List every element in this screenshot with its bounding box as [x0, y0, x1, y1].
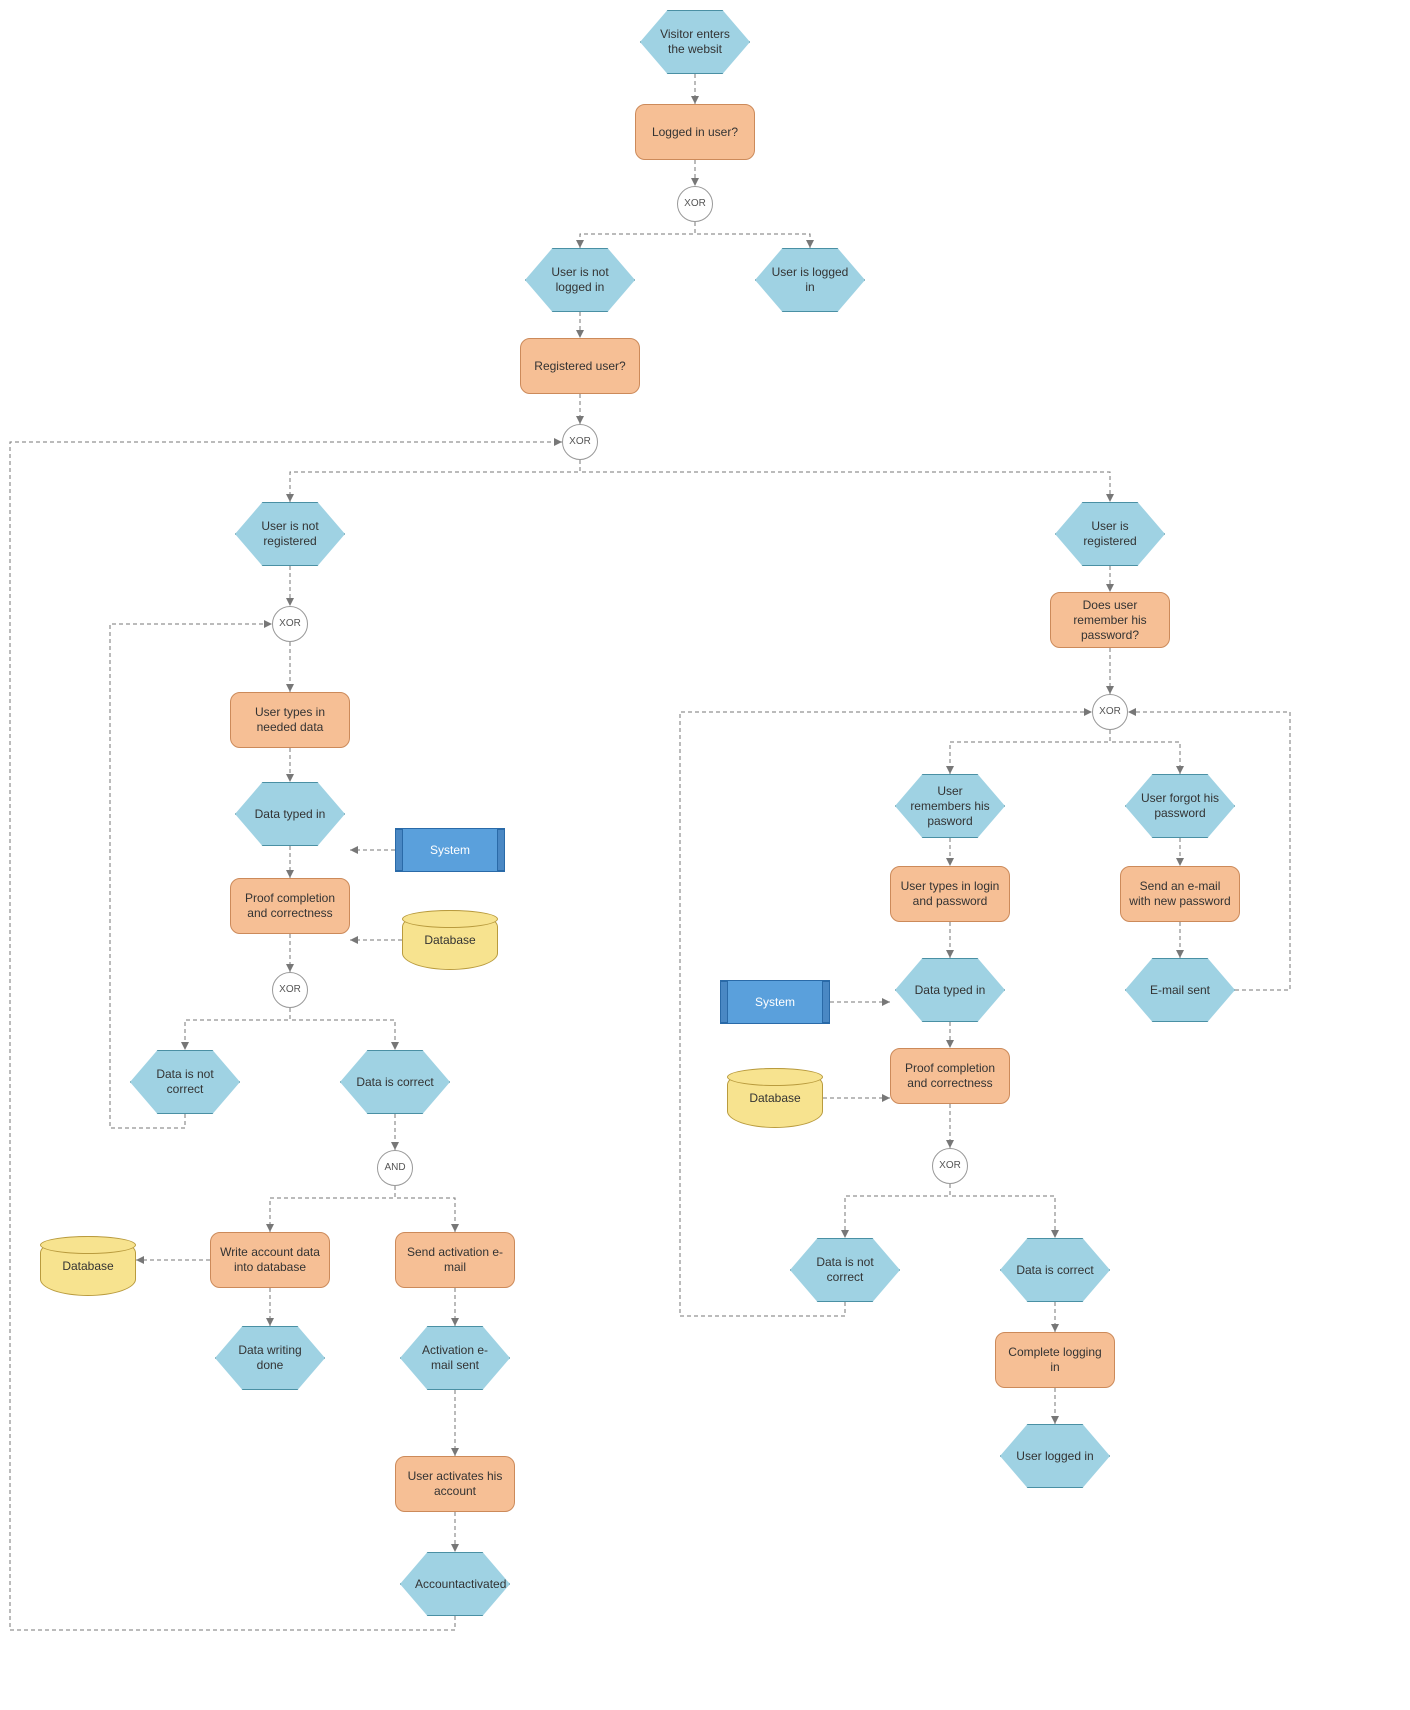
hex-node-n_notlogged: User is not logged in [525, 248, 635, 312]
node-label: Data is not correct [805, 1255, 885, 1285]
node-label: XOR [939, 1160, 961, 1173]
gate-node-g_xor6: XOR [932, 1148, 968, 1184]
func-node-f_complete: Complete logging in [995, 1332, 1115, 1388]
gate-node-g_xor1: XOR [677, 186, 713, 222]
db-node-db1: Database [402, 910, 498, 970]
hex-node-n_visitor: Visitor enters the websit [640, 10, 750, 74]
node-label: User logged in [1016, 1449, 1093, 1464]
db-node-db3: Database [727, 1068, 823, 1128]
node-label: Activation e-mail sent [415, 1343, 495, 1373]
node-label: Data writing done [230, 1343, 310, 1373]
edges-layer [0, 0, 1410, 1710]
node-label: User activates his account [403, 1469, 507, 1499]
epc-diagram: Visitor enters the websit Logged in user?… [0, 0, 1410, 1710]
node-label: Proof completion and correctness [898, 1061, 1002, 1091]
node-label: XOR [279, 984, 301, 997]
gate-node-g_xor3: XOR [272, 606, 308, 642]
node-label: Registered user? [534, 359, 625, 374]
node-label: User types in login and password [898, 879, 1002, 909]
gate-node-g_and: AND [377, 1150, 413, 1186]
func-node-f_rememberq: Does user remember his password? [1050, 592, 1170, 648]
node-label: Logged in user? [652, 125, 738, 140]
node-label: Does user remember his password? [1058, 598, 1162, 643]
node-label: User remembers his pasword [910, 784, 990, 829]
node-label: Data is correct [356, 1075, 433, 1090]
func-node-f_sendact: Send activation e-mail [395, 1232, 515, 1288]
node-label: Visitor enters the websit [655, 27, 735, 57]
node-label: User is logged in [770, 265, 850, 295]
hex-node-n_correct1: Data is correct [340, 1050, 450, 1114]
node-label: Data typed in [255, 807, 326, 822]
func-node-f_useract: User activates his account [395, 1456, 515, 1512]
func-node-f_proof2: Proof completion and correctness [890, 1048, 1010, 1104]
node-label: Data is correct [1016, 1263, 1093, 1278]
hex-node-n_loggedin: User logged in [1000, 1424, 1110, 1488]
hex-node-n_emailsent: E-mail sent [1125, 958, 1235, 1022]
sys-node-sys2: System [720, 980, 830, 1024]
hex-node-n_writedone: Data writing done [215, 1326, 325, 1390]
node-label: User types in needed data [238, 705, 342, 735]
func-node-f_loggedq: Logged in user? [635, 104, 755, 160]
node-label: Send an e-mail with new password [1128, 879, 1232, 909]
sys-node-sys1: System [395, 828, 505, 872]
node-label: AND [384, 1162, 405, 1175]
node-label: Database [62, 1259, 113, 1274]
node-label: XOR [279, 618, 301, 631]
func-node-f_proof1: Proof completion and correctness [230, 878, 350, 934]
func-node-f_writeacct: Write account data into database [210, 1232, 330, 1288]
hex-node-n_actsent: Activation e-mail sent [400, 1326, 510, 1390]
hex-node-n_islogged: User is logged in [755, 248, 865, 312]
node-label: XOR [684, 198, 706, 211]
node-label: System [430, 843, 470, 858]
node-label: User is not logged in [540, 265, 620, 295]
node-label: Data is not correct [145, 1067, 225, 1097]
node-label: Complete logging in [1003, 1345, 1107, 1375]
node-label: E-mail sent [1150, 983, 1210, 998]
func-node-f_registeredq: Registered user? [520, 338, 640, 394]
node-label: User is not registered [250, 519, 330, 549]
hex-node-n_remembers: User remembers his pasword [895, 774, 1005, 838]
node-label: Database [749, 1091, 800, 1106]
node-label: Data typed in [915, 983, 986, 998]
node-label: Accountactivated [415, 1577, 495, 1592]
node-label: Proof completion and correctness [238, 891, 342, 921]
node-label: XOR [1099, 706, 1121, 719]
gate-node-g_xor5: XOR [1092, 694, 1128, 730]
hex-node-n_acctact: Accountactivated [400, 1552, 510, 1616]
node-label: User forgot his password [1140, 791, 1220, 821]
node-label: Send activation e-mail [403, 1245, 507, 1275]
hex-node-n_forgot: User forgot his password [1125, 774, 1235, 838]
hex-node-n_notcorrect2: Data is not correct [790, 1238, 900, 1302]
node-label: XOR [569, 436, 591, 449]
hex-node-n_notcorrect1: Data is not correct [130, 1050, 240, 1114]
node-label: User is registered [1070, 519, 1150, 549]
func-node-f_typelogin: User types in login and password [890, 866, 1010, 922]
node-label: Write account data into database [218, 1245, 322, 1275]
func-node-f_typedata: User types in needed data [230, 692, 350, 748]
db-node-db2: Database [40, 1236, 136, 1296]
node-label: System [755, 995, 795, 1010]
hex-node-n_isreg: User is registered [1055, 502, 1165, 566]
hex-node-n_typed1: Data typed in [235, 782, 345, 846]
func-node-f_sendpwd: Send an e-mail with new password [1120, 866, 1240, 922]
gate-node-g_xor2: XOR [562, 424, 598, 460]
hex-node-n_typed2: Data typed in [895, 958, 1005, 1022]
hex-node-n_correct2: Data is correct [1000, 1238, 1110, 1302]
hex-node-n_notreg: User is not registered [235, 502, 345, 566]
gate-node-g_xor4: XOR [272, 972, 308, 1008]
node-label: Database [424, 933, 475, 948]
